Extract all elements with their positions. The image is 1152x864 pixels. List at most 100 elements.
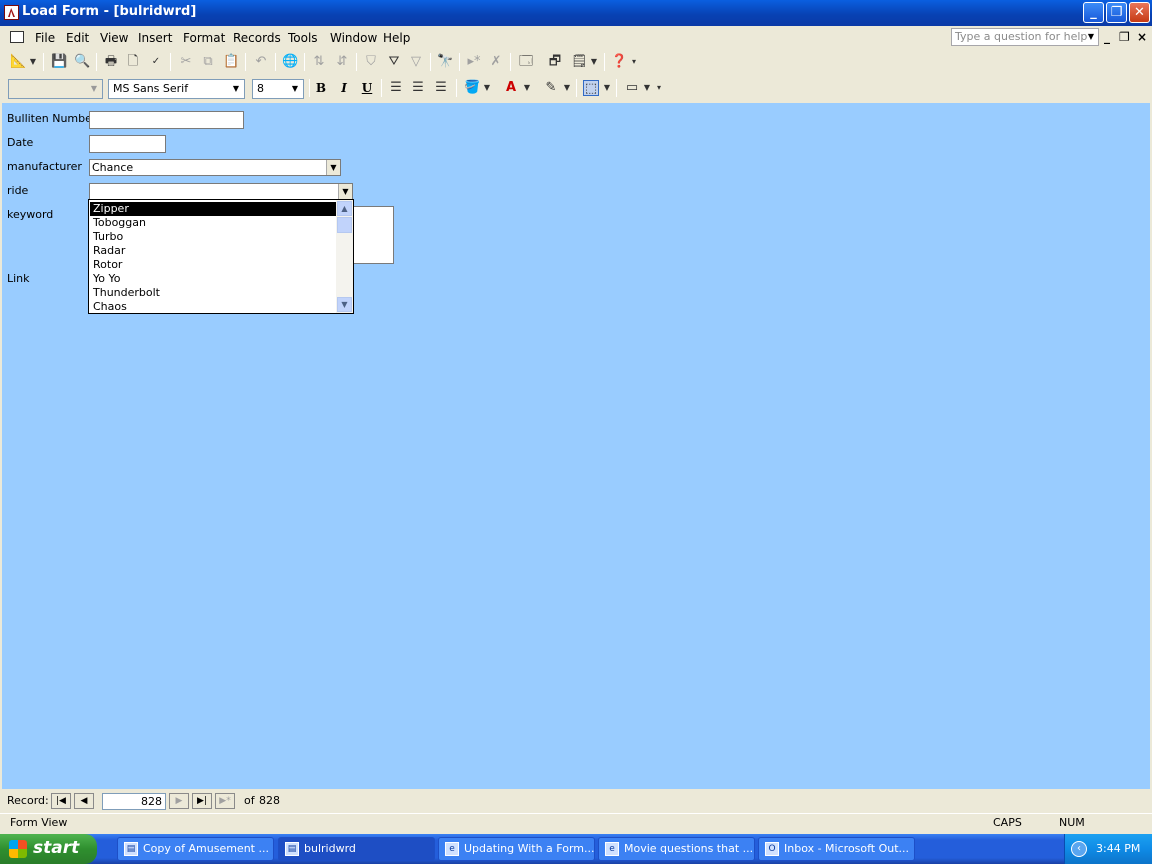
ride-option[interactable]: Thunderbolt — [90, 286, 336, 300]
align-center-icon[interactable]: ☰ — [410, 80, 426, 96]
sort-ascending-icon[interactable]: ⇅ — [311, 54, 327, 70]
object-combo[interactable]: ▼ — [8, 79, 103, 99]
menu-records[interactable]: Records — [233, 31, 281, 45]
undo-icon[interactable]: ↶ — [253, 54, 269, 70]
database-window-icon[interactable]: 🗗 — [547, 54, 563, 70]
filter-by-form-icon[interactable]: ⛛ — [386, 54, 402, 70]
taskbar-item-active[interactable]: ▤ bulridwrd — [278, 837, 435, 861]
first-record-icon[interactable]: |◀ — [51, 793, 71, 809]
menu-window[interactable]: Window — [330, 31, 377, 45]
sort-descending-icon[interactable]: ⇵ — [334, 54, 350, 70]
chevron-down-icon[interactable]: ▼ — [338, 184, 352, 199]
line-color-icon[interactable]: ✎ — [543, 80, 559, 96]
taskbar-item[interactable]: ▤ Copy of Amusement ... — [117, 837, 274, 861]
print-icon[interactable]: 🖶 — [103, 54, 119, 70]
ride-option[interactable]: Turbo — [90, 230, 336, 244]
menu-tools[interactable]: Tools — [288, 31, 318, 45]
form-document-icon[interactable] — [10, 31, 24, 43]
fill-color-icon[interactable]: 🪣 — [464, 80, 480, 96]
date-input[interactable] — [89, 135, 166, 153]
title-bar[interactable]: Load Form - [bulridwrd] _ ❐ ✕ — [0, 0, 1152, 26]
menu-view[interactable]: View — [100, 31, 128, 45]
help-icon[interactable]: ❓ — [611, 54, 627, 70]
font-color-icon[interactable]: A — [503, 80, 519, 96]
ride-dropdown-list[interactable]: Zipper Toboggan Turbo Radar Rotor Yo Yo … — [88, 199, 354, 314]
ride-option[interactable]: Toboggan — [90, 216, 336, 230]
chevron-down-icon[interactable]: ▼ — [229, 81, 243, 97]
new-record-nav-icon[interactable]: ▶* — [215, 793, 235, 809]
mdi-minimize-button[interactable]: _ — [1104, 30, 1110, 44]
menu-insert[interactable]: Insert — [138, 31, 172, 45]
file-search-icon[interactable]: 🔍 — [74, 54, 90, 70]
cut-icon[interactable]: ✂ — [178, 54, 194, 70]
toolbar-options-icon[interactable]: ▾ — [654, 80, 664, 96]
hyperlink-icon[interactable]: 🌐 — [282, 54, 298, 70]
font-name-combo[interactable]: MS Sans Serif ▼ — [108, 79, 245, 99]
manufacturer-combo[interactable]: Chance ▼ — [89, 159, 341, 176]
apply-filter-icon[interactable]: ▽ — [408, 54, 424, 70]
save-icon[interactable]: 💾 — [51, 54, 67, 70]
next-record-icon[interactable]: ▶ — [169, 793, 189, 809]
taskbar-item[interactable]: e Movie questions that ... — [598, 837, 755, 861]
bold-button[interactable]: B — [312, 80, 330, 96]
scroll-up-icon[interactable]: ▲ — [337, 201, 352, 216]
chevron-down-icon[interactable]: ▼ — [87, 81, 101, 97]
find-icon[interactable]: 🔭 — [437, 54, 453, 70]
scroll-thumb[interactable] — [337, 217, 352, 233]
mdi-restore-button[interactable]: ❐ — [1119, 30, 1130, 44]
paste-icon[interactable]: 📋 — [223, 54, 239, 70]
filter-by-selection-icon[interactable]: ⛉ — [363, 54, 379, 70]
scroll-down-icon[interactable]: ▼ — [337, 297, 352, 312]
chevron-down-icon[interactable]: ▼ — [1085, 30, 1097, 44]
clock[interactable]: 3:44 PM — [1096, 842, 1140, 855]
chevron-down-icon[interactable]: ▼ — [288, 81, 302, 97]
ride-combo[interactable]: ▼ — [89, 183, 353, 200]
chevron-down-icon[interactable]: ▼ — [326, 160, 340, 175]
line-width-icon[interactable]: ▭ — [624, 80, 640, 96]
menu-format[interactable]: Format — [183, 31, 225, 45]
ride-option[interactable]: Rotor — [90, 258, 336, 272]
previous-record-icon[interactable]: ◀ — [74, 793, 94, 809]
close-button[interactable]: ✕ — [1129, 2, 1150, 23]
bulletin-number-input[interactable] — [89, 111, 244, 129]
start-button[interactable]: start — [0, 834, 97, 864]
line-width-dropdown-icon[interactable]: ▼ — [642, 80, 652, 96]
menu-edit[interactable]: Edit — [66, 31, 89, 45]
font-color-dropdown-icon[interactable]: ▼ — [522, 80, 532, 96]
dropdown-scrollbar[interactable]: ▲ ▼ — [336, 200, 353, 313]
menu-help[interactable]: Help — [383, 31, 410, 45]
last-record-icon[interactable]: ▶| — [192, 793, 212, 809]
access-app-icon[interactable] — [4, 5, 19, 20]
new-record-icon[interactable]: ▸* — [466, 54, 482, 70]
print-preview-icon[interactable]: 🗋 — [125, 54, 141, 70]
delete-record-icon[interactable]: ✗ — [488, 54, 504, 70]
border-icon[interactable]: ⬚ — [583, 80, 599, 96]
ride-option[interactable]: Chaos — [90, 300, 336, 314]
new-object-icon[interactable]: 🗒 — [571, 54, 588, 70]
ride-option[interactable]: Yo Yo — [90, 272, 336, 286]
align-left-icon[interactable]: ☰ — [388, 80, 404, 96]
chevron-left-icon[interactable]: ‹ — [1071, 841, 1087, 857]
line-color-dropdown-icon[interactable]: ▼ — [562, 80, 572, 96]
italic-button[interactable]: I — [335, 80, 353, 96]
taskbar-item[interactable]: O Inbox - Microsoft Out... — [758, 837, 915, 861]
fill-color-dropdown-icon[interactable]: ▼ — [482, 80, 492, 96]
minimize-button[interactable]: _ — [1083, 2, 1104, 23]
font-size-combo[interactable]: 8 ▼ — [252, 79, 304, 99]
ride-option[interactable]: Radar — [90, 244, 336, 258]
restore-button[interactable]: ❐ — [1106, 2, 1127, 23]
properties-icon[interactable]: 🗔 — [518, 54, 534, 70]
toolbar-options-icon[interactable]: ▾ — [629, 54, 639, 70]
border-dropdown-icon[interactable]: ▼ — [602, 80, 612, 96]
ride-option[interactable]: Zipper — [90, 202, 336, 216]
spelling-icon[interactable]: ✓ — [148, 54, 164, 70]
help-question-input[interactable]: Type a question for help ▼ — [951, 28, 1099, 46]
taskbar-item[interactable]: e Updating With a Form... — [438, 837, 595, 861]
underline-button[interactable]: U — [358, 80, 376, 96]
copy-icon[interactable]: ⧉ — [200, 54, 216, 70]
current-record-input[interactable]: 828 — [102, 793, 166, 810]
design-view-icon[interactable]: 📐 — [10, 54, 26, 70]
align-right-icon[interactable]: ☰ — [433, 80, 449, 96]
view-dropdown-icon[interactable]: ▼ — [28, 54, 38, 70]
mdi-close-button[interactable]: × — [1137, 30, 1147, 44]
